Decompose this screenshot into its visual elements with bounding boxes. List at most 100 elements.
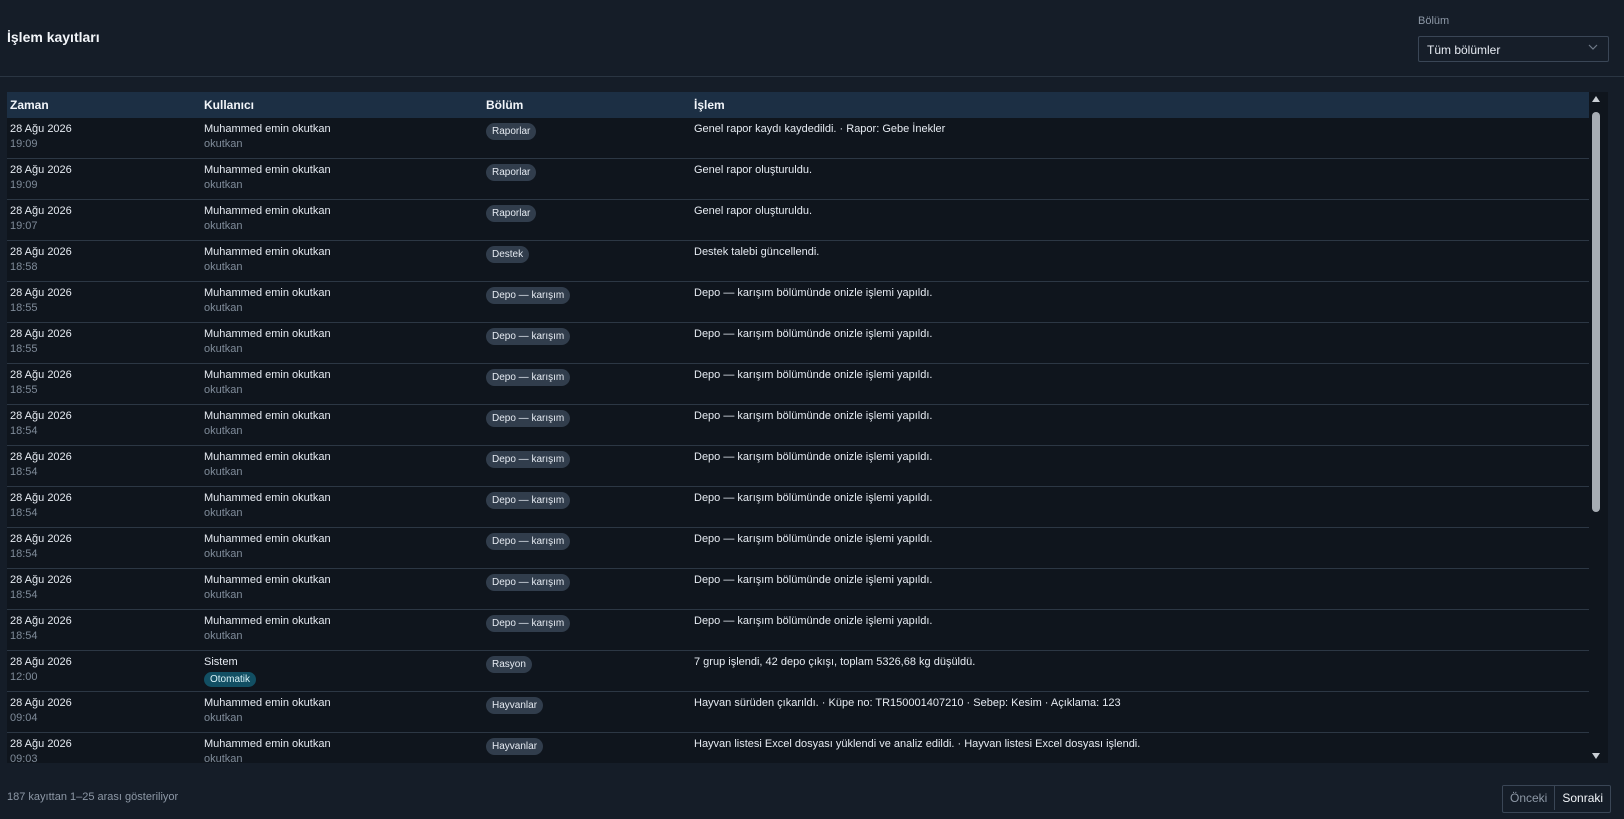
section-badge: Rasyon — [486, 656, 532, 673]
row-time: 18:54 — [10, 425, 38, 437]
row-action: Genel rapor kaydı kaydedildi. · Rapor: G… — [694, 123, 946, 135]
next-page-button[interactable]: Sonraki — [1555, 786, 1611, 810]
row-time: 09:04 — [10, 712, 38, 724]
section-badge: Depo — karışım — [486, 615, 571, 632]
row-username: okutkan — [204, 384, 243, 396]
row-date: 28 Ağu 2026 — [10, 246, 72, 258]
row-time: 18:55 — [10, 302, 38, 314]
row-username: okutkan — [204, 179, 243, 191]
table-row: 28 Ağu 2026 18:54 Muhammed emin okutkan oku… — [7, 446, 1594, 487]
scroll-thumb[interactable] — [1592, 112, 1600, 512]
scroll-up-arrow-icon[interactable] — [1591, 94, 1601, 104]
row-date: 28 Ağu 2026 — [10, 492, 72, 504]
row-time: 18:54 — [10, 507, 38, 519]
page-title: İşlem kayıtları — [7, 29, 100, 45]
section-badge: Depo — karışım — [486, 328, 571, 345]
section-badge: Depo — karışım — [486, 451, 571, 468]
row-action: Depo — karışım bölümünde onizle işlemi y… — [694, 451, 933, 463]
table-row: 28 Ağu 2026 18:55 Muhammed emin okutkan oku… — [7, 364, 1594, 405]
row-user-name: Sistem — [204, 656, 238, 668]
row-username: okutkan — [204, 138, 243, 150]
table-row: 28 Ağu 2026 18:54 Muhammed emin okutkan oku… — [7, 528, 1594, 569]
row-action: Depo — karışım bölümünde onizle işlemi y… — [694, 328, 933, 340]
table-row: 28 Ağu 2026 09:03 Muhammed emin okutkan oku… — [7, 733, 1594, 763]
row-action: Genel rapor oluşturuldu. — [694, 164, 813, 176]
row-user-name: Muhammed emin okutkan — [204, 246, 331, 258]
section-badge: Depo — karışım — [486, 574, 571, 591]
row-date: 28 Ağu 2026 — [10, 574, 72, 586]
table-row: 28 Ağu 2026 18:55 Muhammed emin okutkan oku… — [7, 323, 1594, 364]
row-time: 18:54 — [10, 589, 38, 601]
table-body: 28 Ağu 2026 19:09 Muhammed emin okutkan oku… — [7, 118, 1594, 763]
row-action: 7 grup işlendi, 42 depo çıkışı, toplam 5… — [694, 656, 976, 668]
row-time: 09:03 — [10, 753, 38, 763]
row-username: okutkan — [204, 261, 243, 273]
row-action: Depo — karışım bölümünde onizle işlemi y… — [694, 533, 933, 545]
row-username: okutkan — [204, 548, 243, 560]
table-row: 28 Ağu 2026 19:07 Muhammed emin okutkan oku… — [7, 200, 1594, 241]
row-user-name: Muhammed emin okutkan — [204, 574, 331, 586]
section-badge: Hayvanlar — [486, 697, 544, 714]
section-badge: Raporlar — [486, 123, 537, 140]
row-action: Genel rapor oluşturuldu. — [694, 205, 813, 217]
row-date: 28 Ağu 2026 — [10, 738, 72, 750]
table-row: 28 Ağu 2026 18:54 Muhammed emin okutkan oku… — [7, 569, 1594, 610]
table-row: 28 Ağu 2026 18:54 Muhammed emin okutkan oku… — [7, 487, 1594, 528]
table-scrollbar[interactable] — [1589, 92, 1603, 763]
row-date: 28 Ağu 2026 — [10, 410, 72, 422]
row-user-name: Muhammed emin okutkan — [204, 287, 331, 299]
row-time: 12:00 — [10, 671, 38, 683]
scroll-down-arrow-icon[interactable] — [1591, 751, 1601, 761]
section-filter-label: Bölüm — [1418, 15, 1450, 27]
table-row: 28 Ağu 2026 19:09 Muhammed emin okutkan oku… — [7, 159, 1594, 200]
row-username: okutkan — [204, 712, 243, 724]
row-user-name: Muhammed emin okutkan — [204, 492, 331, 504]
row-date: 28 Ağu 2026 — [10, 697, 72, 709]
row-action: Depo — karışım bölümünde onizle işlemi y… — [694, 410, 933, 422]
section-filter-select[interactable]: Tüm bölümler — [1418, 36, 1609, 62]
section-badge: Depo — karışım — [486, 533, 571, 550]
row-username: okutkan — [204, 630, 243, 642]
row-time: 19:09 — [10, 179, 38, 191]
column-header-time: Zaman — [10, 98, 49, 112]
row-date: 28 Ağu 2026 — [10, 369, 72, 381]
row-time: 19:09 — [10, 138, 38, 150]
table-row: 28 Ağu 2026 09:04 Muhammed emin okutkan oku… — [7, 692, 1594, 733]
row-time: 18:54 — [10, 548, 38, 560]
log-table: Zaman Kullanıcı Bölüm İşlem 28 Ağu 2026 1… — [7, 92, 1608, 763]
row-username: okutkan — [204, 753, 243, 763]
section-badge: Destek — [486, 246, 530, 263]
row-action: Hayvan listesi Excel dosyası yüklendi ve… — [694, 738, 1141, 750]
row-time: 18:55 — [10, 343, 38, 355]
table-row: 28 Ağu 2026 19:09 Muhammed emin okutkan oku… — [7, 118, 1594, 159]
row-user-name: Muhammed emin okutkan — [204, 410, 331, 422]
row-time: 19:07 — [10, 220, 38, 232]
row-date: 28 Ağu 2026 — [10, 656, 72, 668]
page-header: İşlem kayıtları Bölüm Tüm bölümler — [0, 0, 1624, 77]
column-header-user: Kullanıcı — [204, 98, 255, 112]
row-user-name: Muhammed emin okutkan — [204, 697, 331, 709]
row-user-name: Muhammed emin okutkan — [204, 533, 331, 545]
row-action: Depo — karışım bölümünde onizle işlemi y… — [694, 574, 933, 586]
row-user-name: Muhammed emin okutkan — [204, 369, 331, 381]
row-action: Depo — karışım bölümünde onizle işlemi y… — [694, 615, 933, 627]
row-action: Depo — karışım bölümünde onizle işlemi y… — [694, 287, 933, 299]
section-badge: Depo — karışım — [486, 410, 571, 427]
automatic-badge: Otomatik — [204, 672, 257, 687]
row-action: Depo — karışım bölümünde onizle işlemi y… — [694, 492, 933, 504]
row-username: okutkan — [204, 302, 243, 314]
row-username: okutkan — [204, 466, 243, 478]
row-date: 28 Ağu 2026 — [10, 287, 72, 299]
row-username: okutkan — [204, 425, 243, 437]
table-row: 28 Ağu 2026 18:55 Muhammed emin okutkan oku… — [7, 282, 1594, 323]
row-action: Hayvan sürüden çıkarıldı. · Küpe no: TR1… — [694, 697, 1121, 709]
previous-page-button[interactable]: Önceki — [1503, 786, 1556, 810]
pagination-info: 187 kayıttan 1–25 arası gösteriliyor — [7, 791, 179, 803]
row-date: 28 Ağu 2026 — [10, 451, 72, 463]
row-action: Destek talebi güncellendi. — [694, 246, 820, 258]
row-user-name: Muhammed emin okutkan — [204, 205, 331, 217]
row-date: 28 Ağu 2026 — [10, 328, 72, 340]
row-user-name: Muhammed emin okutkan — [204, 164, 331, 176]
section-badge: Depo — karışım — [486, 287, 571, 304]
row-action: Depo — karışım bölümünde onizle işlemi y… — [694, 369, 933, 381]
